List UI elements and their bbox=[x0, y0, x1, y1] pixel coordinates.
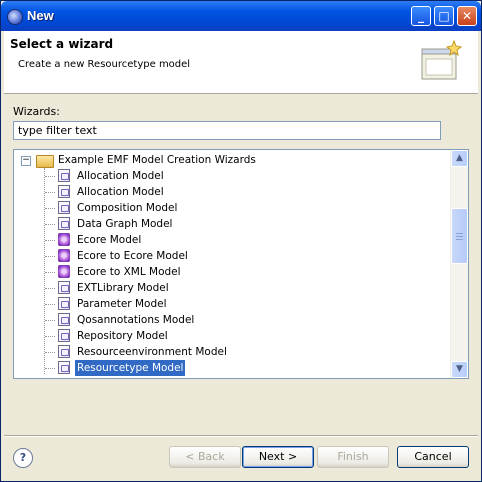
model-doc-icon bbox=[58, 185, 70, 198]
collapse-toggle-icon[interactable]: − bbox=[21, 156, 31, 166]
tree-item-label: Allocation Model bbox=[77, 186, 164, 198]
tree-branch bbox=[45, 336, 55, 337]
tree-item[interactable]: Ecore to Ecore Model bbox=[14, 248, 414, 264]
tree-item[interactable]: Data Graph Model bbox=[14, 216, 414, 232]
tree-viewport: − Example EMF Model Creation Wizards All… bbox=[14, 150, 453, 378]
tree-item[interactable]: Qosannotations Model bbox=[14, 312, 414, 328]
tree-item-label: Qosannotations Model bbox=[77, 314, 195, 326]
minimize-button[interactable]: _ bbox=[411, 6, 431, 26]
tree-item[interactable]: Allocation Model bbox=[14, 168, 414, 184]
tree-item-selected[interactable]: Resourcetype Model bbox=[14, 359, 414, 377]
ecore-icon bbox=[58, 233, 70, 246]
page-title: Select a wizard bbox=[10, 37, 114, 51]
tree-item-label: Parameter Model bbox=[77, 298, 167, 310]
tree-item[interactable]: Repository Model bbox=[14, 328, 414, 344]
scroll-down-button[interactable]: ▼ bbox=[451, 361, 468, 378]
tree-branch bbox=[45, 304, 55, 305]
tree-branch bbox=[45, 176, 55, 177]
tree-branch bbox=[45, 368, 55, 369]
thumb-grip bbox=[456, 239, 463, 240]
tree-branch bbox=[45, 352, 55, 353]
wizard-tree: − Example EMF Model Creation Wizards All… bbox=[13, 149, 469, 379]
button-bar-separator bbox=[4, 435, 478, 437]
thumb-grip bbox=[456, 233, 463, 234]
tree-item[interactable]: Allocation Model bbox=[14, 184, 414, 200]
maximize-button[interactable]: □ bbox=[434, 6, 454, 26]
wizards-label: Wizards: bbox=[13, 105, 60, 118]
tree-branch bbox=[45, 320, 55, 321]
tree-item-label: Data Graph Model bbox=[77, 218, 173, 230]
page-description: Create a new Resourcetype model bbox=[18, 59, 191, 70]
filter-input[interactable] bbox=[13, 121, 441, 140]
tree-branch bbox=[45, 288, 55, 289]
back-button[interactable]: < Back bbox=[169, 446, 241, 468]
model-doc-icon bbox=[58, 217, 70, 230]
tree-branch bbox=[45, 208, 55, 209]
tree-category[interactable]: − Example EMF Model Creation Wizards bbox=[14, 152, 414, 168]
tree-branch bbox=[45, 272, 55, 273]
cancel-button[interactable]: Cancel bbox=[397, 446, 469, 468]
help-icon[interactable]: ? bbox=[13, 448, 33, 468]
model-doc-icon bbox=[58, 169, 70, 182]
thumb-grip bbox=[456, 236, 463, 237]
model-doc-icon bbox=[58, 281, 70, 294]
tree-item[interactable]: EXTLibrary Model bbox=[14, 280, 414, 296]
tree-item-label: EXTLibrary Model bbox=[77, 282, 169, 294]
tree-item[interactable]: Ecore to XML Model bbox=[14, 264, 414, 280]
tree-item[interactable]: Composition Model bbox=[14, 200, 414, 216]
tree-item-label: Composition Model bbox=[77, 202, 178, 214]
model-doc-icon bbox=[58, 329, 70, 342]
tree-item-label: Resourceenvironment Model bbox=[77, 346, 227, 358]
wizard-banner-icon bbox=[421, 39, 463, 80]
model-doc-icon bbox=[58, 313, 70, 326]
tree-item[interactable]: Ecore Model bbox=[14, 232, 414, 248]
finish-button[interactable]: Finish bbox=[317, 446, 389, 468]
tree-item-label: Ecore Model bbox=[77, 234, 142, 246]
scrollbar-thumb[interactable] bbox=[451, 208, 468, 264]
title-bar[interactable]: New _ □ ✕ bbox=[1, 1, 481, 31]
tree-branch bbox=[45, 192, 55, 193]
tree-item-label: Allocation Model bbox=[77, 170, 164, 182]
eclipse-icon bbox=[7, 9, 23, 25]
tree-item[interactable]: Resourceenvironment Model bbox=[14, 344, 414, 360]
close-button[interactable]: ✕ bbox=[457, 6, 477, 26]
model-doc-icon bbox=[58, 201, 70, 214]
tree-item[interactable]: Parameter Model bbox=[14, 296, 414, 312]
tree-item-label: Resourcetype Model bbox=[73, 359, 187, 377]
tree-branch bbox=[45, 240, 55, 241]
scroll-up-button[interactable]: ▲ bbox=[451, 150, 468, 167]
new-wizard-dialog: New _ □ ✕ Select a wizard Create a new R… bbox=[0, 0, 482, 482]
model-doc-icon bbox=[58, 361, 70, 374]
tree-item-label: Repository Model bbox=[77, 330, 168, 342]
category-label: Example EMF Model Creation Wizards bbox=[58, 154, 256, 166]
model-doc-icon bbox=[58, 297, 70, 310]
tree-item-label: Ecore to Ecore Model bbox=[77, 250, 188, 262]
tree-branch bbox=[45, 256, 55, 257]
ecore-icon bbox=[58, 249, 70, 262]
wizard-header: Select a wizard Create a new Resourcetyp… bbox=[4, 31, 478, 94]
tree-item-label: Ecore to XML Model bbox=[77, 266, 181, 278]
folder-open-icon bbox=[36, 155, 54, 168]
tree-branch bbox=[45, 224, 55, 225]
ecore-icon bbox=[58, 265, 70, 278]
next-button[interactable]: Next > bbox=[242, 446, 314, 468]
vertical-scrollbar[interactable]: ▲ ▼ bbox=[450, 150, 468, 378]
window-title: New bbox=[27, 8, 54, 23]
model-doc-icon bbox=[58, 345, 70, 358]
